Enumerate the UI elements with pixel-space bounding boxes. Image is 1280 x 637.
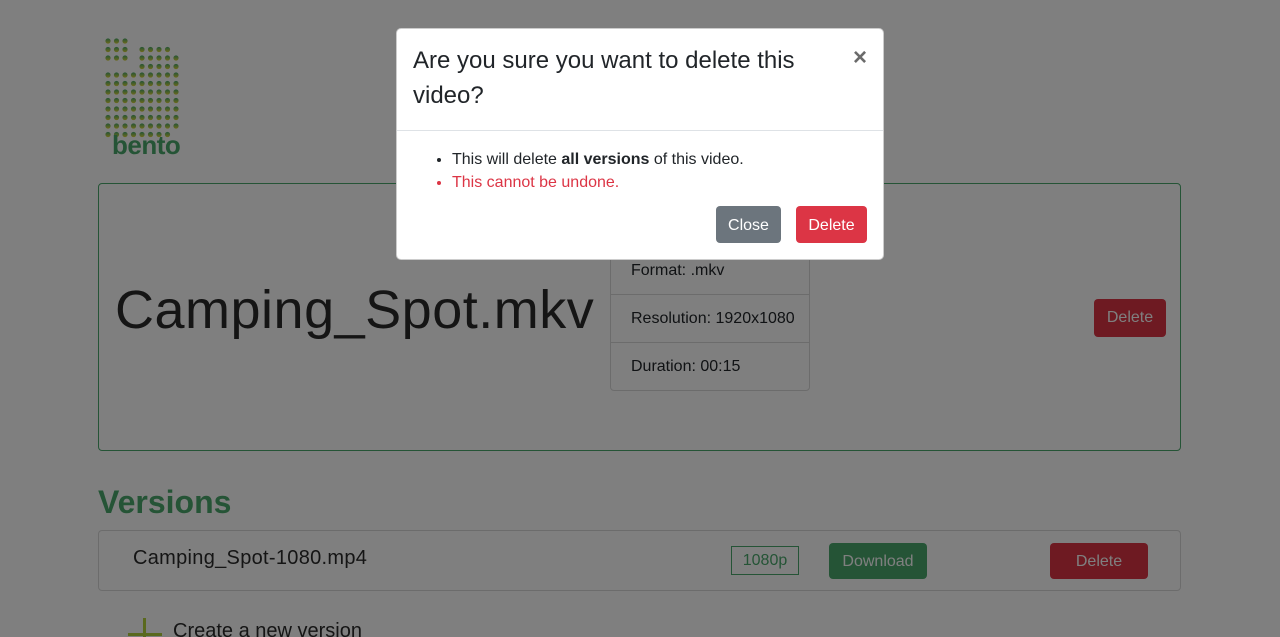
warning-emphasis: all versions <box>561 151 650 168</box>
delete-confirm-modal: Are you sure you want to delete this vid… <box>396 28 884 260</box>
page: bento Camping_Spot.mkv Format: .mkv Reso… <box>0 0 1280 637</box>
modal-title: Are you sure you want to delete this vid… <box>413 47 795 109</box>
close-button[interactable]: Close <box>716 206 781 243</box>
modal-header: Are you sure you want to delete this vid… <box>397 29 883 131</box>
warning-list: This will delete all versions of this vi… <box>413 148 867 194</box>
warning-suffix: of this video. <box>649 151 744 168</box>
confirm-delete-button[interactable]: Delete <box>796 206 867 243</box>
warning-prefix: This will delete <box>452 151 562 168</box>
warning-item-undone: This cannot be undone. <box>452 171 867 194</box>
close-icon[interactable]: × <box>853 43 867 73</box>
modal-body: This will delete all versions of this vi… <box>397 131 883 194</box>
warning-item-versions: This will delete all versions of this vi… <box>452 148 867 171</box>
